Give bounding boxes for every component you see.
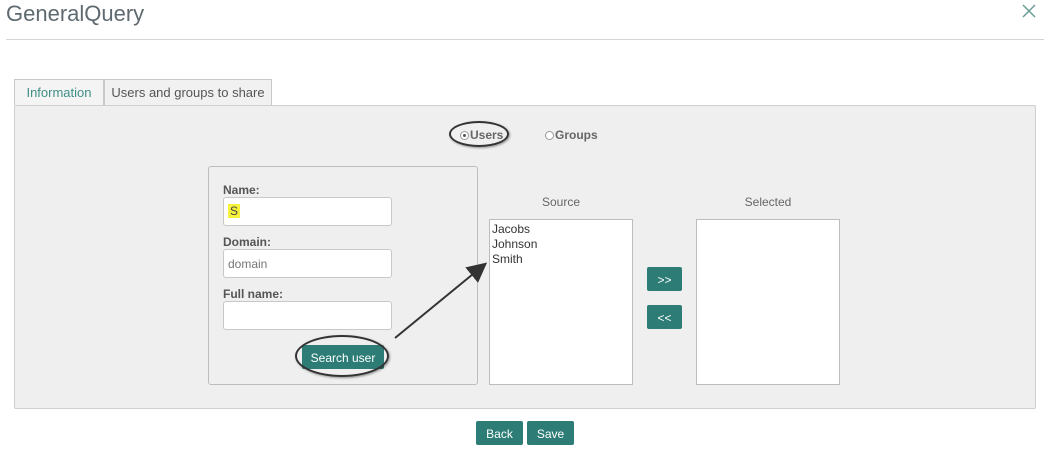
fullname-label: Full name: — [223, 287, 284, 301]
selected-title: Selected — [744, 195, 792, 209]
users-radio-label: Users — [470, 128, 504, 142]
save-button[interactable]: Save — [527, 421, 574, 445]
close-icon[interactable] — [1020, 2, 1038, 20]
remove-from-selected-button[interactable]: << — [647, 305, 682, 329]
list-item[interactable]: Johnson — [490, 237, 632, 252]
name-input-value: S — [228, 204, 241, 218]
add-to-selected-button[interactable]: >> — [647, 267, 682, 291]
window-title: GeneralQuery — [6, 1, 145, 26]
source-title: Source — [541, 195, 581, 209]
header-divider — [6, 39, 1044, 40]
groups-radio-label: Groups — [555, 128, 598, 142]
tab-information[interactable]: Information — [14, 79, 104, 105]
selected-list[interactable] — [696, 219, 840, 385]
tab-users-and-groups[interactable]: Users and groups to share — [104, 79, 272, 105]
search-user-button[interactable]: Search user — [302, 345, 384, 369]
name-input[interactable]: S — [223, 197, 392, 226]
list-item[interactable]: Smith — [490, 252, 632, 267]
groups-radio[interactable] — [545, 130, 554, 140]
domain-label: Domain: — [223, 235, 271, 249]
fullname-input[interactable] — [223, 301, 392, 330]
list-item[interactable]: Jacobs — [490, 222, 632, 237]
source-list[interactable]: Jacobs Johnson Smith — [489, 219, 633, 385]
back-button[interactable]: Back — [476, 421, 523, 445]
name-label: Name: — [223, 183, 260, 197]
groups-radio-option[interactable]: Groups — [545, 126, 598, 144]
users-radio[interactable] — [460, 130, 469, 140]
users-radio-option[interactable]: Users — [460, 126, 503, 144]
domain-input[interactable] — [223, 249, 392, 278]
